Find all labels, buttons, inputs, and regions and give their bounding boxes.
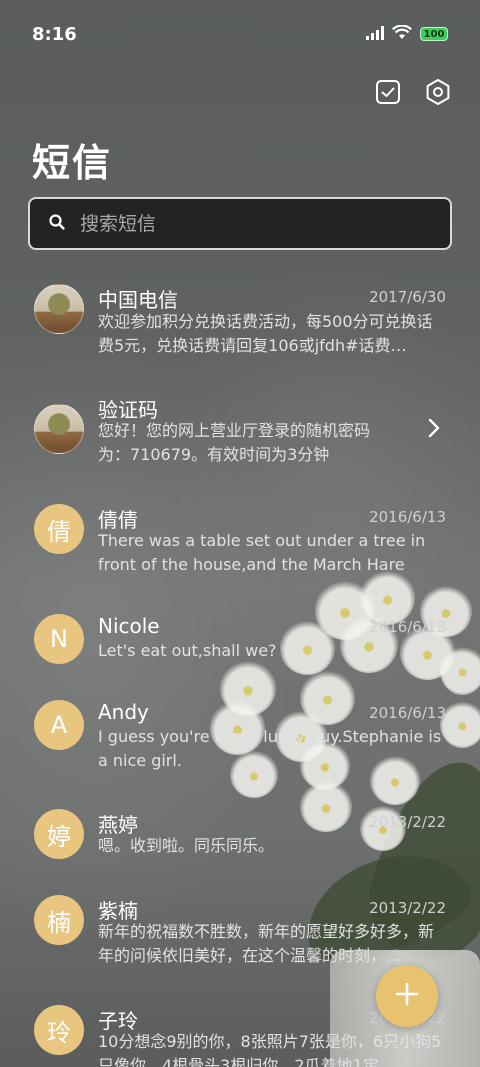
status-bar: 8:16 100 [0, 0, 480, 68]
page-title: 短信 [32, 141, 113, 185]
conversation-item[interactable]: 中国电信 2017/6/30 欢迎参加积分兑换话费活动，每500分可兑换话费5元… [0, 268, 480, 368]
checkbox-icon[interactable] [374, 78, 402, 106]
header-actions [374, 78, 452, 106]
avatar [34, 284, 84, 334]
contact-name: Nicole [98, 614, 160, 638]
search-icon [48, 213, 66, 235]
message-preview: 嗯。收到啦。同乐同乐。 [98, 836, 275, 855]
battery-indicator: 100 [420, 27, 448, 41]
status-indicators: 100 [366, 24, 448, 45]
avatar: 楠 [34, 895, 84, 945]
new-message-button[interactable] [376, 965, 438, 1027]
status-time: 8:16 [32, 23, 77, 45]
conversation-item[interactable]: 验证码 您好！您的网上营业厅登录的随机密码为：710679。有效时间为3分钟 [0, 378, 480, 478]
message-date: 2016/6/13 [369, 618, 446, 636]
contact-name: Andy [98, 700, 149, 724]
message-preview: I guess you're some lucky guy.Stephanie … [98, 727, 442, 770]
message-preview: 欢迎参加积分兑换话费活动，每500分可兑换话费5元，兑换话费请回复106或jfd… [98, 312, 433, 355]
message-preview: Let's eat out,shall we? [98, 641, 277, 660]
avatar: 婷 [34, 809, 84, 859]
avatar: A [34, 700, 84, 750]
message-preview: 新年的祝福数不胜数，新年的愿望好多好多，新年的问候依旧美好，在这个温馨的时刻，… [98, 922, 435, 965]
avatar: N [34, 614, 84, 664]
signal-icon [366, 24, 384, 45]
avatar: 倩 [34, 504, 84, 554]
message-date: 2016/6/13 [369, 704, 446, 722]
message-date: 2016/6/13 [369, 508, 446, 526]
chevron-right-icon[interactable] [428, 418, 440, 442]
message-preview: 10分想念9别的你，8张照片7张是你，6只小狗5只像你，4根骨头3根归你，2瓜着… [98, 1032, 442, 1067]
avatar: 玲 [34, 1005, 84, 1055]
search-input[interactable] [80, 212, 420, 235]
message-date: 2013/2/22 [369, 813, 446, 831]
message-date: 2013/2/22 [369, 899, 446, 917]
conversation-item[interactable]: 婷 燕婷 2013/2/22 嗯。收到啦。同乐同乐。 [0, 793, 480, 873]
plus-icon [394, 981, 420, 1011]
message-date: 2017/6/30 [369, 288, 446, 306]
search-bar[interactable] [28, 197, 452, 250]
contact-name: 中国电信 [98, 288, 178, 312]
wifi-icon [392, 24, 412, 45]
conversation-item[interactable]: A Andy 2016/6/13 I guess you're some luc… [0, 684, 480, 784]
message-preview: 您好！您的网上营业厅登录的随机密码为：710679。有效时间为3分钟 [98, 421, 371, 464]
conversation-item[interactable]: 倩 倩倩 2016/6/13 There was a table set out… [0, 488, 480, 588]
settings-icon[interactable] [424, 78, 452, 106]
message-preview: There was a table set out under a tree i… [98, 531, 426, 574]
conversation-item[interactable]: 楠 紫楠 2013/2/22 新年的祝福数不胜数，新年的愿望好多好多，新年的问候… [0, 879, 480, 979]
conversation-item[interactable]: N Nicole 2016/6/13 Let's eat out,shall w… [0, 598, 480, 678]
avatar [34, 404, 84, 454]
